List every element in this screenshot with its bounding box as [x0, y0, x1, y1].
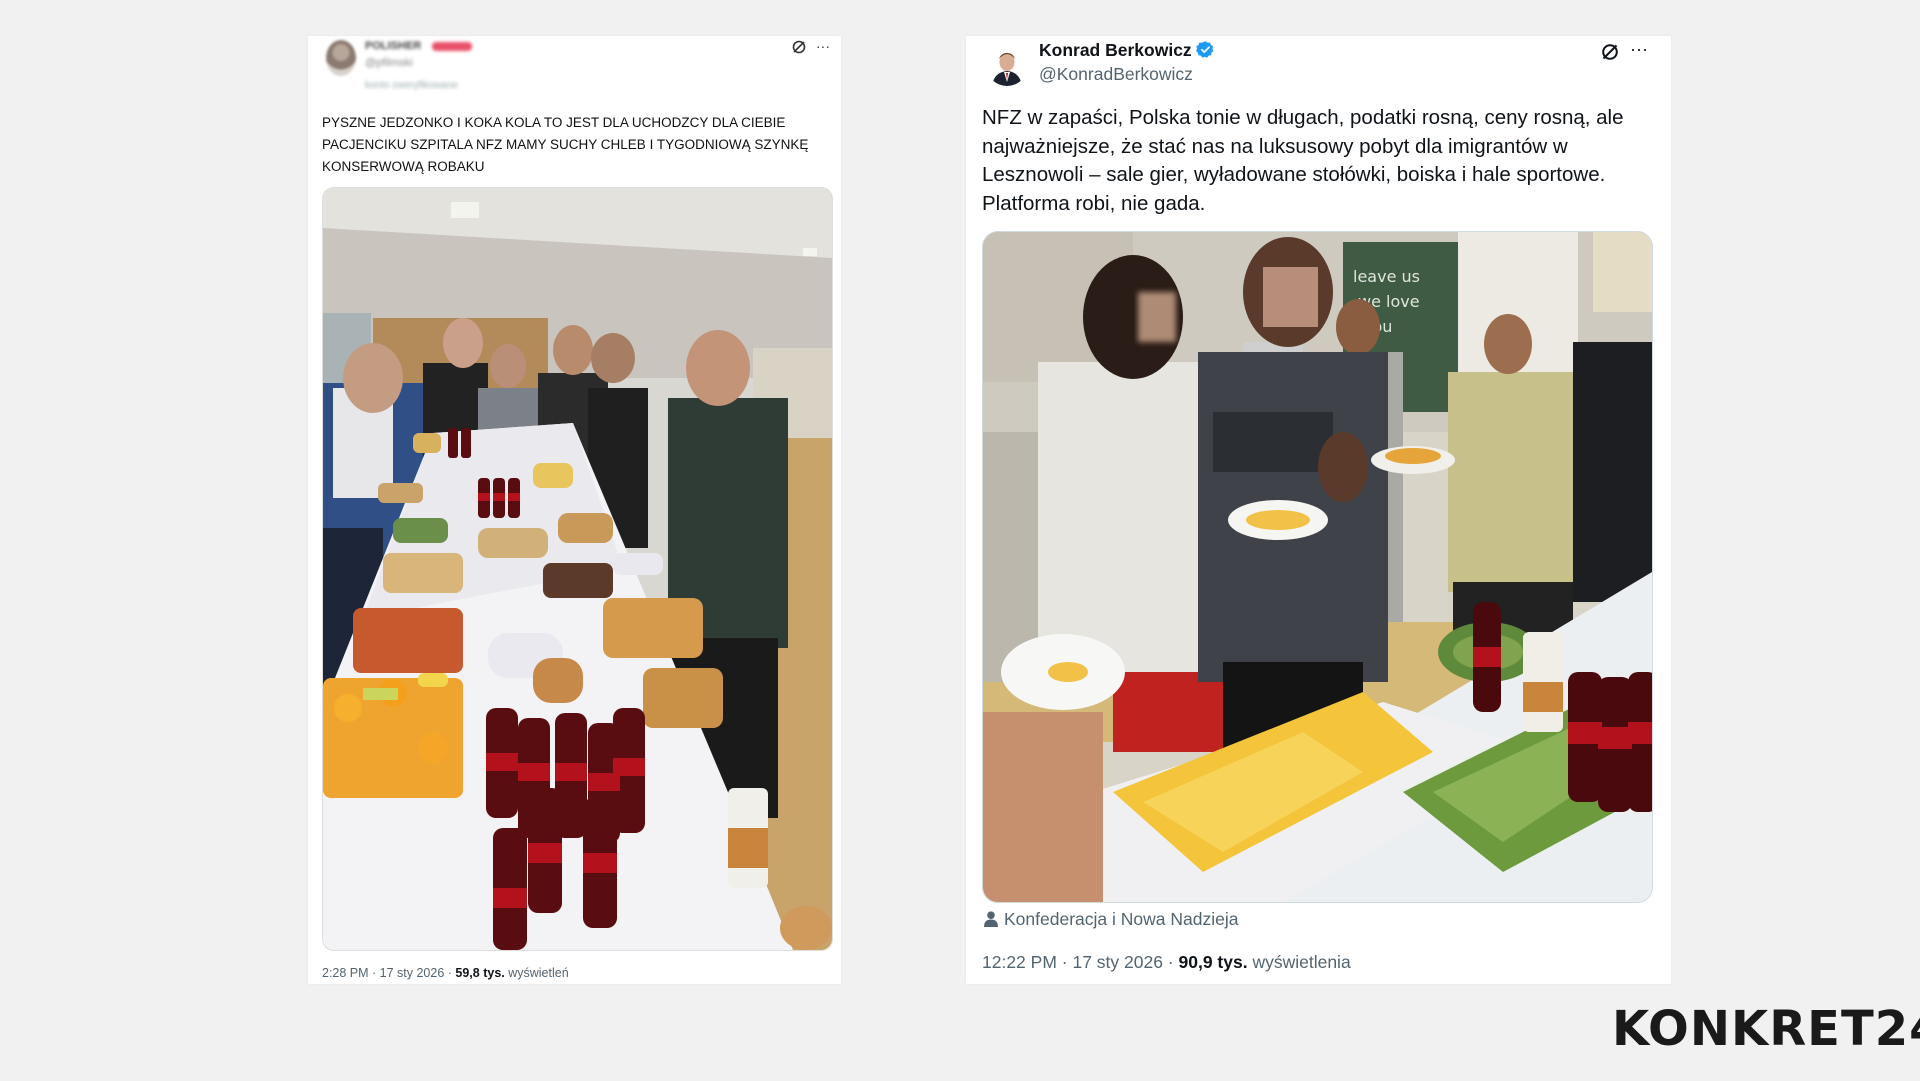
right-tweet-text: NFZ w zapaści, Polska tonie w długach, p…: [982, 106, 1624, 215]
konkret24-logo: KONKRET24: [1612, 1001, 1920, 1057]
right-tweet-attribution-text[interactable]: Konfederacja i Nowa Nadzieja: [1004, 909, 1238, 929]
left-author-handle[interactable]: @pfilmski: [365, 57, 413, 69]
right-author-name[interactable]: Konrad Berkowicz: [1039, 40, 1215, 64]
right-tweet-photo[interactable]: leave us we love you: [982, 231, 1653, 903]
right-tweet-attribution[interactable]: Konfederacja i Nowa Nadzieja: [984, 909, 1238, 932]
right-author-name-text[interactable]: Konrad Berkowicz: [1039, 40, 1192, 60]
right-author-handle[interactable]: @KonradBerkowicz: [1039, 64, 1193, 85]
right-author-avatar[interactable]: [986, 44, 1028, 86]
grok-icon[interactable]: [1600, 42, 1620, 66]
left-author-subline: konto zweryfikowane: [365, 80, 458, 91]
svg-text:leave us: leave us: [1353, 267, 1420, 286]
left-author-avatar[interactable]: [326, 40, 356, 76]
left-tweet-photo[interactable]: [322, 187, 833, 951]
left-author-name[interactable]: POLISHER: [365, 40, 421, 52]
left-author-badge: [432, 42, 472, 51]
right-tweet-time[interactable]: 12:22 PM · 17 sty 2026 ·: [982, 952, 1179, 972]
right-tweet-views-label: wyświetlenia: [1247, 952, 1351, 972]
more-icon[interactable]: ···: [1630, 40, 1648, 58]
left-tweet-views-count: 59,8 tys.: [455, 966, 505, 980]
left-tweet-text: PYSZNE JEDZONKO I KOKA KOLA TO JEST DLA …: [322, 115, 809, 174]
grok-icon[interactable]: [791, 39, 807, 59]
person-icon: [984, 911, 998, 932]
left-tweet-card: POLISHER @pfilmski konto zweryfikowane ·…: [308, 36, 841, 984]
right-tweet-views-count: 90,9 tys.: [1178, 952, 1248, 972]
verified-badge-icon[interactable]: [1195, 40, 1215, 64]
right-tweet-meta: 12:22 PM · 17 sty 2026 · 90,9 tys. wyświ…: [982, 952, 1351, 973]
left-tweet-views-label: wyświetleń: [504, 966, 569, 980]
left-tweet-time[interactable]: 2:28 PM · 17 sty 2026 ·: [322, 966, 455, 980]
more-icon[interactable]: ···: [816, 38, 830, 54]
left-tweet-meta: 2:28 PM · 17 sty 2026 · 59,8 tys. wyświe…: [322, 966, 569, 980]
right-tweet-card: Konrad Berkowicz @KonradBerkowicz ··· NF…: [966, 36, 1671, 984]
